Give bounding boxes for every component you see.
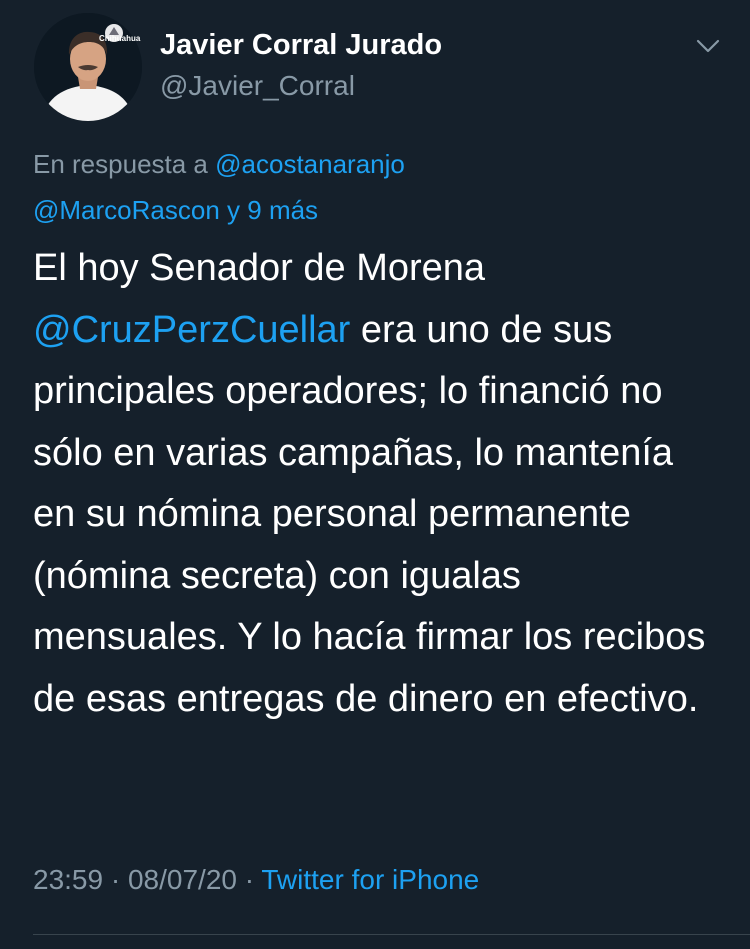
tweet-body: El hoy Senador de Morena @CruzPerzCuella… [33,238,723,730]
chevron-down-icon[interactable] [694,36,722,56]
meta-separator: · [244,864,255,895]
reply-prefix: En respuesta a [33,149,208,179]
divider [33,934,750,935]
tweet-text-body: era uno de sus principales operadores; l… [33,308,706,720]
reply-mention-acostanaranjo[interactable]: @acostanaranjo [215,149,405,179]
tweet-date[interactable]: 08/07/20 [128,864,237,895]
tweet-text-intro: El hoy Senador de Morena [33,247,486,289]
reply-mention-marcorascon[interactable]: @MarcoRascon [33,195,220,225]
author-handle[interactable]: @Javier_Corral [160,70,355,102]
tweet-source-link[interactable]: Twitter for iPhone [261,864,479,895]
reply-context: En respuesta a @acostanaranjo @MarcoRasc… [33,141,713,233]
avatar-badge-label: Chihuahua [99,34,141,43]
author-display-name[interactable]: Javier Corral Jurado [160,29,442,62]
tweet-time[interactable]: 23:59 [33,864,103,895]
reply-more-link[interactable]: y 9 más [227,195,318,225]
avatar[interactable] [34,13,142,121]
tweet-meta: 23:59 · 08/07/20 · Twitter for iPhone [33,864,479,896]
meta-separator: · [110,864,121,895]
tweet-mention-cruzperzcuellar[interactable]: @CruzPerzCuellar [33,309,350,351]
